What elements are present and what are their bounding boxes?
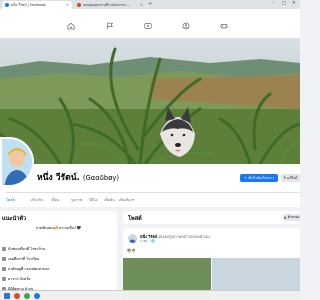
gaming-icon[interactable] <box>219 22 229 30</box>
profile-name-text: หนึ่ง วีรัตน์. <box>37 173 80 183</box>
close-tab-icon[interactable]: ✕ <box>140 3 143 7</box>
filter-button[interactable]: ⚙ ตัวกรอง <box>283 214 300 221</box>
edit-profile-button[interactable]: ✎ แก้ไขโ <box>281 174 300 182</box>
work-icon <box>2 247 6 251</box>
cover-photo[interactable] <box>0 39 300 164</box>
tab-title: ขอบคุณทุกท่านที่ร่วมกิจกรรม ... <box>83 2 131 7</box>
intro-bio: ถ่ายชัดเสมอ🔥ความเชื่อ✌🖤 <box>35 226 82 230</box>
intro-row-text: มาจาก จังหวัด <box>8 277 31 281</box>
filter-icon: ⚙ <box>283 215 287 220</box>
facebook-top-nav <box>0 9 300 39</box>
tab-posts[interactable]: โพสต์ <box>6 197 15 203</box>
start-icon[interactable] <box>4 293 10 299</box>
close-window-icon[interactable]: ✕ <box>292 1 296 6</box>
os-taskbar <box>0 290 300 300</box>
minimize-icon[interactable]: – <box>272 1 274 6</box>
cover-photo-image <box>0 39 300 164</box>
filter-label: ตัวกรอง <box>287 215 300 219</box>
post-author-avatar[interactable] <box>128 234 137 243</box>
maximize-icon[interactable]: □ <box>282 1 286 6</box>
post-timestamp[interactable]: 1 ชม. · 🌐 <box>140 239 155 244</box>
tab-title: หนึ่ง วีรัตน์ | Facebook <box>11 2 46 7</box>
app-icon[interactable] <box>34 293 40 299</box>
browser-app-icon[interactable] <box>14 293 20 299</box>
close-tab-icon[interactable]: ✕ <box>66 3 69 7</box>
tab-friends[interactable]: เพื่อน <box>51 197 59 203</box>
browser-tab-bar: หนึ่ง วีรัตน์ | Facebook ✕ ขอบคุณทุกท่าน… <box>0 0 300 9</box>
app-icon[interactable] <box>24 293 30 299</box>
post-action-text: อัปเดตรูปภาพหน้าปกของตัวเอง <box>158 234 210 239</box>
tab-checkins[interactable]: เช็คอิน <box>104 197 115 203</box>
intro-row-text: อาศัยอยู่ที่ กรุงเทพมหานคร <box>8 267 50 271</box>
avatar-image <box>128 234 137 243</box>
add-to-story-button[interactable]: + เพิ่มไปยังเรื่องราว <box>240 174 278 182</box>
browser-tab-facebook[interactable]: หนึ่ง วีรัตน์ | Facebook ✕ <box>2 1 72 9</box>
intro-row: อาศัยอยู่ที่ กรุงเทพมหานคร <box>2 266 50 272</box>
home-location-icon <box>2 267 6 271</box>
intro-row-text: เคยศึกษาที่ โรงเรียน <box>8 257 40 261</box>
home-icon[interactable] <box>66 22 76 30</box>
intro-row-text: นักท่องเที่ยวที่ ไร่ชาบ้าน <box>8 247 46 251</box>
browser-tab-second[interactable]: ขอบคุณทุกท่านที่ร่วมกิจกรรม ... ✕ <box>74 1 146 9</box>
education-icon <box>2 257 6 261</box>
intro-row: เคยศึกษาที่ โรงเรียน <box>2 256 39 262</box>
new-tab-button[interactable]: + <box>148 1 152 7</box>
intro-row: มาจาก จังหวัด <box>2 276 30 282</box>
tab-more[interactable]: เพิ่มเติม ▾ <box>119 197 134 203</box>
posts-header: โพสต์ ⚙ ตัวกรอง <box>123 211 300 224</box>
flag-icon[interactable] <box>105 22 115 30</box>
edit-profile-label: แก้ไขโ <box>287 176 298 180</box>
site-favicon-icon <box>77 3 81 7</box>
profile-name: หนึ่ง วีรัตน์. (Gααδbøy) <box>37 170 119 184</box>
tab-videos[interactable]: วิดีโอ <box>89 197 97 203</box>
profile-tabs: โพสต์ เกี่ยวกับ เพื่อน รูปภาพ วิดีโอ เช็… <box>0 193 300 207</box>
intro-card: แนะนำตัว ถ่ายชัดเสมอ🔥ความเชื่อ✌🖤 นักท่อง… <box>0 211 117 300</box>
pencil-icon: ✎ <box>283 176 287 180</box>
intro-title: แนะนำตัว <box>2 216 27 222</box>
posts-title: โพสต์ <box>128 216 142 222</box>
groups-icon[interactable] <box>181 22 191 30</box>
watch-icon[interactable] <box>143 22 153 30</box>
add-story-label: เพิ่มไปยังเรื่องราว <box>247 176 275 180</box>
tab-about[interactable]: เกี่ยวกับ <box>31 197 43 203</box>
post-text: 😎🌴 <box>127 248 137 253</box>
plus-icon: + <box>243 176 247 180</box>
facebook-favicon-icon <box>5 3 9 7</box>
intro-row: นักท่องเที่ยวที่ ไร่ชาบ้าน <box>2 246 45 252</box>
tab-photos[interactable]: รูปภาพ <box>71 197 82 203</box>
location-pin-icon <box>2 277 6 281</box>
profile-alt-name: (Gααδbøy) <box>82 174 120 182</box>
